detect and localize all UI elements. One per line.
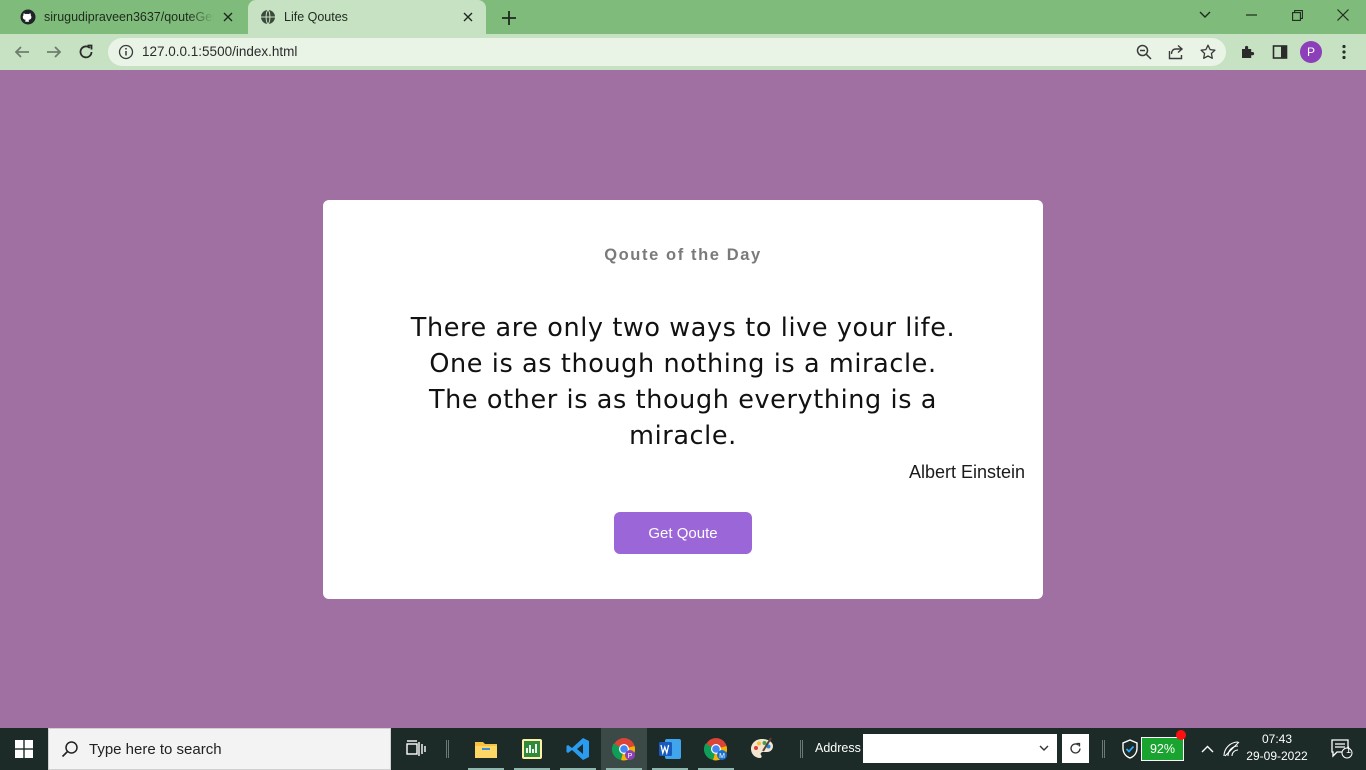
side-panel-button[interactable] bbox=[1266, 38, 1294, 66]
side-panel-icon bbox=[1272, 45, 1288, 59]
taskbar-chrome-profile[interactable]: M bbox=[693, 728, 739, 770]
word-icon bbox=[659, 739, 681, 759]
address-toolbar-label: Address bbox=[815, 741, 861, 755]
arrow-left-icon bbox=[14, 46, 29, 58]
quote-text: There are only two ways to live your lif… bbox=[410, 313, 956, 451]
sheets-icon bbox=[522, 739, 542, 759]
tab-github[interactable]: sirugudipraveen3637/qouteGenerator bbox=[8, 0, 246, 34]
clock-time: 07:43 bbox=[1261, 732, 1293, 746]
refresh-icon bbox=[1070, 742, 1081, 754]
github-icon bbox=[20, 9, 36, 25]
shield-icon bbox=[1122, 739, 1138, 759]
address-toolbar-input[interactable] bbox=[863, 734, 1057, 763]
taskbar-search[interactable] bbox=[48, 728, 391, 770]
search-icon bbox=[61, 741, 78, 758]
more-vertical-icon bbox=[1342, 44, 1346, 60]
star-icon bbox=[1200, 44, 1216, 59]
search-input[interactable] bbox=[89, 729, 379, 769]
quote-author: Albert Einstein bbox=[908, 462, 1025, 482]
paint-icon bbox=[751, 737, 773, 758]
new-tab-button[interactable] bbox=[498, 7, 520, 29]
page-title: Qoute of the Day bbox=[604, 246, 762, 264]
tab-life-qoutes[interactable]: Life Qoutes bbox=[248, 0, 486, 34]
info-icon[interactable] bbox=[118, 44, 134, 60]
tab-search-button[interactable] bbox=[1182, 0, 1228, 30]
notification-count: 1 bbox=[1346, 745, 1352, 755]
forward-button[interactable] bbox=[40, 38, 68, 66]
tray-security[interactable] bbox=[1120, 739, 1140, 759]
taskbar-word[interactable] bbox=[647, 728, 693, 770]
tab-title: Life Qoutes bbox=[284, 10, 348, 24]
action-center-button[interactable]: 1 bbox=[1322, 728, 1362, 770]
minimize-button[interactable] bbox=[1228, 0, 1274, 30]
taskbar-separator bbox=[1102, 740, 1105, 758]
profile-avatar[interactable]: P bbox=[1300, 41, 1322, 63]
taskbar-sheets[interactable] bbox=[509, 728, 555, 770]
chrome-profile-icon: M bbox=[704, 738, 728, 761]
browser-tab-strip: sirugudipraveen3637/qouteGenerator Life … bbox=[0, 0, 1366, 34]
restore-icon bbox=[1291, 9, 1303, 21]
puzzle-icon bbox=[1242, 45, 1255, 58]
reload-icon bbox=[79, 44, 93, 59]
task-view-icon bbox=[406, 740, 426, 756]
taskbar-chrome[interactable]: P bbox=[601, 728, 647, 770]
zoom-out-icon bbox=[1136, 44, 1152, 60]
chevron-down-icon bbox=[1199, 11, 1211, 18]
url-input[interactable] bbox=[142, 38, 1042, 66]
reload-button[interactable] bbox=[72, 38, 100, 66]
minimize-icon bbox=[1245, 14, 1257, 16]
tab-title: sirugudipraveen3637/qouteGenerator bbox=[44, 10, 214, 24]
taskbar-vscode[interactable] bbox=[555, 728, 601, 770]
vscode-icon bbox=[566, 738, 589, 760]
quote-card: Qoute of the Day There are only two ways… bbox=[323, 200, 1043, 599]
taskbar: P M Address 92% 07:43 29-09-2022 1 bbox=[0, 728, 1366, 770]
address-bar[interactable] bbox=[108, 38, 1226, 66]
chevron-up-icon bbox=[1201, 745, 1213, 753]
globe-icon bbox=[261, 9, 275, 25]
browser-toolbar: P bbox=[0, 34, 1366, 70]
menu-button[interactable] bbox=[1330, 38, 1358, 66]
back-button[interactable] bbox=[8, 38, 36, 66]
taskbar-paint[interactable] bbox=[739, 728, 785, 770]
close-icon[interactable] bbox=[460, 9, 476, 25]
zoom-button[interactable] bbox=[1134, 42, 1154, 62]
system-clock[interactable]: 07:43 29-09-2022 bbox=[1244, 731, 1310, 765]
close-window-button[interactable] bbox=[1320, 0, 1366, 30]
arrow-right-icon bbox=[47, 46, 62, 58]
close-icon bbox=[1337, 9, 1349, 21]
close-icon[interactable] bbox=[220, 9, 236, 25]
chevron-down-icon[interactable] bbox=[1037, 741, 1051, 755]
taskbar-separator bbox=[800, 740, 803, 758]
notification-dot bbox=[1176, 730, 1186, 740]
extensions-button[interactable] bbox=[1234, 38, 1262, 66]
svg-text:M: M bbox=[719, 753, 725, 760]
windows-icon bbox=[15, 740, 33, 758]
battery-indicator[interactable]: 92% bbox=[1141, 737, 1184, 761]
restore-button[interactable] bbox=[1274, 0, 1320, 30]
get-quote-button[interactable]: Get Qoute bbox=[614, 512, 752, 554]
chrome-icon: P bbox=[612, 738, 636, 761]
task-view-button[interactable] bbox=[393, 728, 439, 770]
tray-network[interactable] bbox=[1222, 739, 1242, 759]
svg-text:P: P bbox=[628, 753, 633, 760]
share-icon bbox=[1168, 44, 1184, 60]
plus-icon bbox=[502, 11, 516, 25]
show-hidden-icons-button[interactable] bbox=[1197, 739, 1217, 759]
wifi-icon bbox=[1223, 741, 1240, 757]
address-go-button[interactable] bbox=[1062, 734, 1089, 763]
taskbar-separator bbox=[446, 740, 449, 758]
file-explorer-icon bbox=[475, 742, 497, 758]
taskbar-file-explorer[interactable] bbox=[463, 728, 509, 770]
clock-date: 29-09-2022 bbox=[1246, 749, 1308, 763]
share-button[interactable] bbox=[1166, 42, 1186, 62]
bookmark-button[interactable] bbox=[1198, 42, 1218, 62]
start-button[interactable] bbox=[0, 728, 48, 770]
